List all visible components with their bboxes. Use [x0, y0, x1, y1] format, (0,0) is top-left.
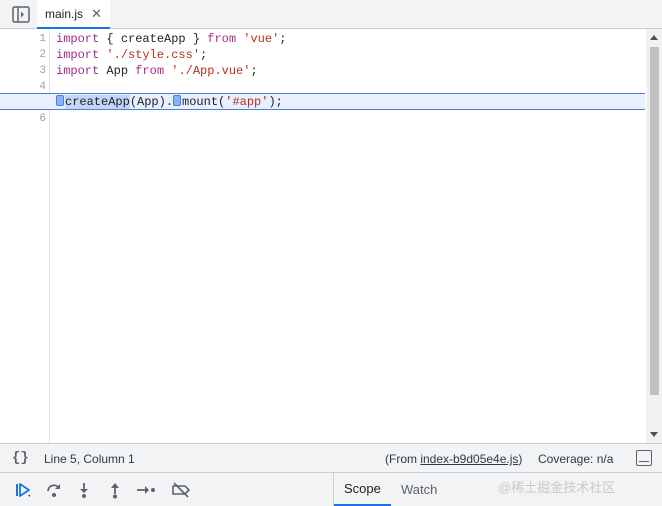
line-number[interactable]: 2 [0, 47, 46, 63]
scroll-up-icon[interactable] [650, 35, 658, 40]
code-line: import { createApp } from 'vue'; [56, 32, 287, 46]
tab-label: main.js [45, 6, 84, 21]
step-icon [137, 486, 155, 494]
toggle-bottom-panel-icon[interactable] [636, 450, 652, 466]
tab-main-js[interactable]: main.js ✕ [37, 0, 110, 29]
code-content[interactable]: import { createApp } from 'vue'; import … [50, 29, 646, 443]
debugger-toolbar: Scope Watch @稀土掘金技术社区 [0, 472, 662, 506]
resume-icon [16, 483, 30, 497]
line-number[interactable]: 6 [0, 111, 46, 127]
editor-status-bar: {} Line 5, Column 1 (From index-b9d05e4e… [0, 443, 662, 472]
step-into-button[interactable] [73, 479, 95, 501]
step-button[interactable] [135, 479, 157, 501]
inline-breakpoint-marker[interactable] [56, 95, 64, 106]
code-editor[interactable]: 1 2 3 4 5 6 import { createApp } from 'v… [0, 29, 662, 443]
code-line: import App from './App.vue'; [56, 64, 258, 78]
step-into-icon [80, 483, 88, 498]
coverage-status: Coverage: n/a [538, 452, 614, 466]
cursor-position: Line 5, Column 1 [44, 452, 135, 466]
step-over-button[interactable] [43, 479, 65, 501]
scroll-down-icon[interactable] [650, 432, 658, 437]
line-number[interactable]: 1 [0, 31, 46, 47]
vertical-scrollbar[interactable] [646, 29, 662, 443]
close-icon[interactable]: ✕ [91, 7, 102, 20]
resume-button[interactable] [12, 479, 34, 501]
code-line: import './style.css'; [56, 48, 208, 62]
deactivate-breakpoints-button[interactable] [170, 479, 192, 501]
watermark: @稀土掘金技术社区 [498, 480, 616, 495]
source-origin: (From index-b9d05e4e.js) [385, 452, 523, 466]
line-number[interactable]: 3 [0, 63, 46, 79]
step-out-button[interactable] [104, 479, 126, 501]
line-number-gutter[interactable]: 1 2 3 4 5 6 [0, 29, 50, 443]
deactivate-breakpoints-icon [172, 482, 191, 498]
pretty-print-icon[interactable]: {} [12, 450, 29, 466]
code-line-paused: createApp(App). mount('#app'); [56, 94, 646, 110]
toggle-navigator-icon[interactable] [12, 6, 30, 23]
step-out-icon [111, 483, 119, 499]
step-over-icon [47, 484, 60, 497]
file-tab-bar: main.js ✕ [0, 0, 662, 29]
scrollbar-thumb[interactable] [650, 47, 659, 395]
inline-breakpoint-marker[interactable] [173, 95, 182, 106]
tab-watch[interactable]: Watch [391, 473, 447, 506]
tab-scope[interactable]: Scope [334, 473, 391, 506]
source-file-link[interactable]: index-b9d05e4e.js [420, 452, 518, 466]
